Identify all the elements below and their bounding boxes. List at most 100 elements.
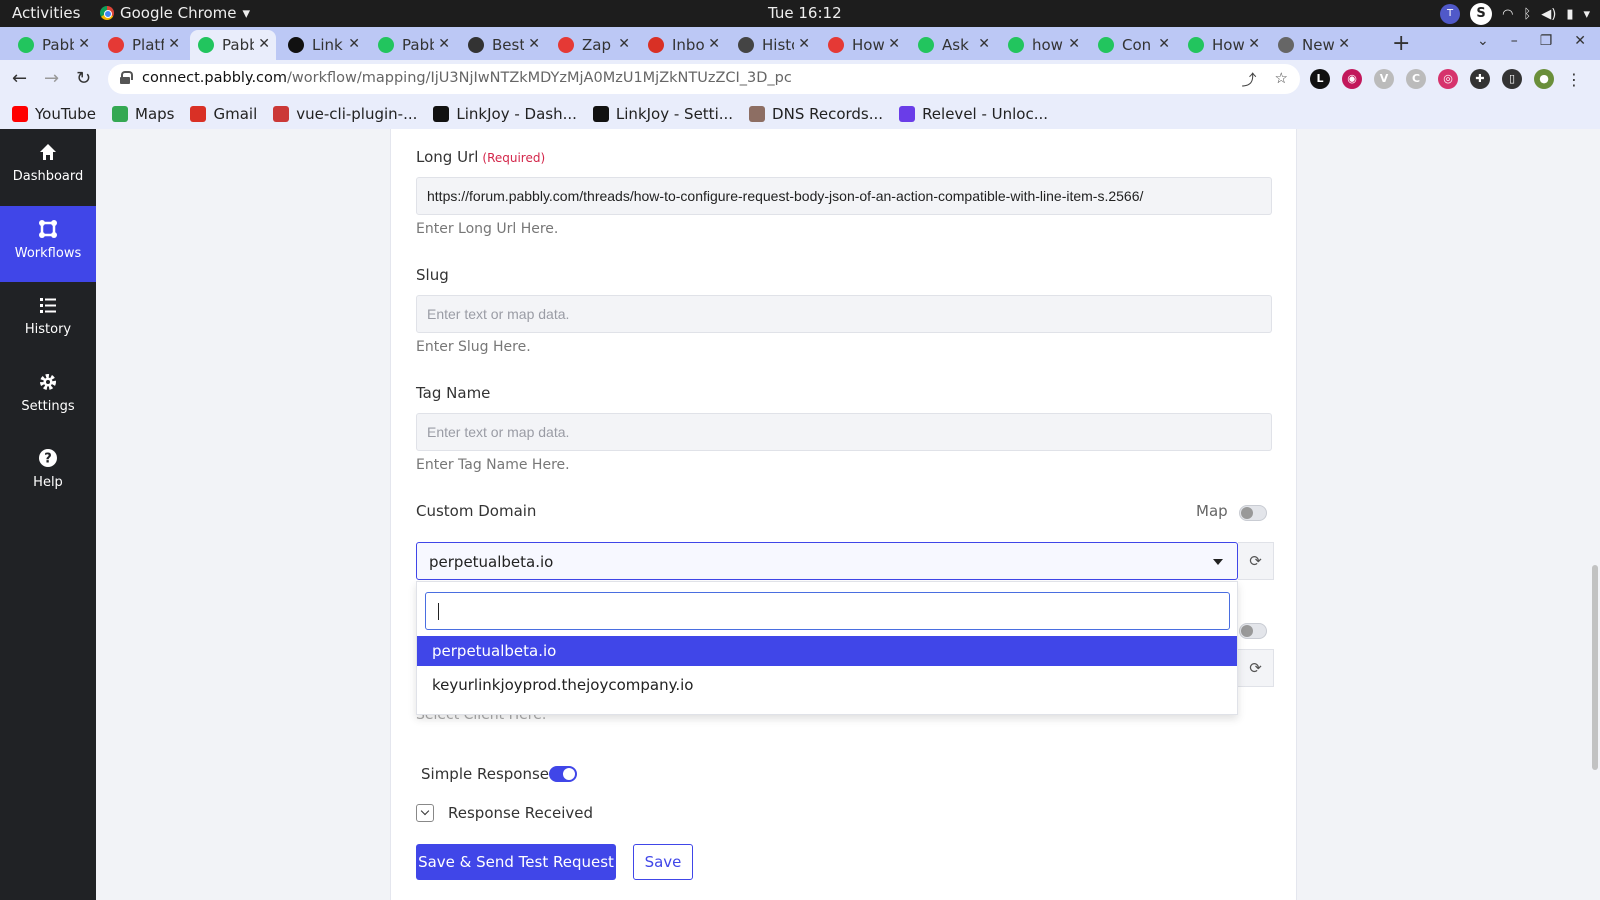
close-tab-icon[interactable]: ✕	[888, 36, 900, 52]
tab-4[interactable]: Pabb ✕	[370, 30, 456, 60]
close-tab-icon[interactable]: ✕	[618, 36, 630, 52]
v-extension-icon[interactable]: V	[1374, 69, 1394, 89]
clock[interactable]: Tue 16:12	[768, 4, 842, 22]
bookmark-star-icon[interactable]: ☆	[1275, 69, 1288, 90]
person-icon	[749, 105, 766, 122]
url-text[interactable]: connect.pabbly.com/workflow/mapping/IjU3…	[142, 70, 792, 86]
target-extension-icon[interactable]: ◎	[1438, 69, 1458, 89]
chrome-icon	[1278, 37, 1294, 53]
close-tab-icon[interactable]: ✕	[528, 36, 540, 52]
close-tab-icon[interactable]: ✕	[168, 36, 180, 52]
close-icon[interactable]: ✕	[1574, 33, 1586, 49]
tab-9[interactable]: How ✕	[820, 30, 906, 60]
tab-title: Link	[312, 36, 343, 54]
sidebar-item-settings[interactable]: Settings	[0, 359, 96, 435]
system-tray[interactable]: T S ◠ ᛒ ◀) ▮ ▾	[1440, 3, 1590, 25]
client-map-toggle[interactable]	[1239, 623, 1267, 639]
reload-icon[interactable]: ↻	[76, 68, 91, 89]
tab-7[interactable]: Inbo ✕	[640, 30, 726, 60]
activities-button[interactable]: Activities	[12, 4, 80, 22]
long-url-input[interactable]: https://forum.pabbly.com/threads/how-to-…	[416, 177, 1272, 215]
bookmark-item[interactable]: Relevel - Unloc...	[899, 105, 1048, 123]
close-tab-icon[interactable]: ✕	[78, 36, 90, 52]
tab-0[interactable]: Pabb ✕	[10, 30, 96, 60]
tag-name-input[interactable]: Enter text or map data.	[416, 413, 1272, 451]
close-tab-icon[interactable]: ✕	[708, 36, 720, 52]
tab-14[interactable]: New ✕	[1270, 30, 1356, 60]
save-send-test-button[interactable]: Save & Send Test Request	[416, 844, 616, 880]
save-button[interactable]: Save	[633, 844, 693, 880]
tab-13[interactable]: How ✕	[1180, 30, 1266, 60]
restore-icon[interactable]: ❐	[1540, 33, 1553, 49]
new-tab-button[interactable]: +	[1392, 31, 1410, 56]
bookmark-item[interactable]: vue-cli-plugin-...	[273, 105, 417, 123]
puzzle-icon[interactable]: ✚	[1470, 69, 1490, 89]
bookmarks-bar: YouTube Maps Gmail vue-cli-plugin-... LinkJo…	[0, 98, 1600, 129]
bookmark-item[interactable]: LinkJoy - Dash...	[433, 105, 577, 123]
dropdown-search-input[interactable]	[425, 592, 1230, 630]
close-tab-icon[interactable]: ✕	[348, 36, 360, 52]
slug-input[interactable]: Enter text or map data.	[416, 295, 1272, 333]
back-icon[interactable]: ←	[12, 68, 27, 89]
close-tab-icon[interactable]: ✕	[978, 36, 990, 52]
response-received-row[interactable]: Response Received	[416, 804, 593, 822]
bookmark-item[interactable]: DNS Records...	[749, 105, 883, 123]
address-bar[interactable]: connect.pabbly.com/workflow/mapping/IjU3…	[108, 64, 1300, 94]
simple-response-label: Simple Response	[421, 765, 550, 783]
client-refresh-icon[interactable]: ⟳	[1238, 649, 1274, 687]
sidebar-item-workflows[interactable]: Workflows	[0, 206, 96, 282]
bookmark-item[interactable]: Maps	[112, 105, 174, 123]
dropdown-option[interactable]: keyurlinkjoyprod.thejoycompany.io	[417, 670, 1237, 700]
tab-12[interactable]: Con ✕	[1090, 30, 1176, 60]
close-tab-icon[interactable]: ✕	[1158, 36, 1170, 52]
npm-icon	[273, 105, 290, 122]
page-scrollbar[interactable]	[1592, 565, 1598, 770]
required-badge: (Required)	[482, 151, 546, 165]
tab-8[interactable]: Histo✕	[730, 30, 816, 60]
close-tab-icon[interactable]: ✕	[798, 36, 810, 52]
sidebar-item-label: Dashboard	[12, 169, 84, 184]
bookmark-item[interactable]: YouTube	[12, 105, 96, 123]
color-extension-icon[interactable]: ◉	[1342, 69, 1362, 89]
kebab-menu-icon[interactable]: ⋮	[1566, 70, 1582, 89]
dropdown-option[interactable]: perpetualbeta.io	[417, 636, 1237, 666]
help-icon: ?	[39, 449, 57, 467]
tab-5[interactable]: Best ✕	[460, 30, 546, 60]
close-tab-icon[interactable]: ✕	[1068, 36, 1080, 52]
sidebar-item-help[interactable]: ? Help	[0, 435, 96, 511]
tab-11[interactable]: how ✕	[1000, 30, 1086, 60]
bluetooth-icon: ᛒ	[1523, 6, 1532, 22]
lock-icon[interactable]	[120, 71, 133, 84]
close-tab-icon[interactable]: ✕	[1248, 36, 1260, 52]
avatar[interactable]: ●	[1534, 69, 1554, 89]
tab-10[interactable]: Ask ✕	[910, 30, 996, 60]
share-icon[interactable]: ⤴	[1242, 69, 1257, 90]
close-tab-icon[interactable]: ✕	[1338, 36, 1350, 52]
refresh-icon[interactable]: ⟳	[1238, 542, 1274, 580]
tab-1[interactable]: Platf ✕	[100, 30, 186, 60]
side-panel-icon[interactable]: ▯	[1502, 69, 1522, 89]
custom-domain-map-toggle[interactable]	[1239, 505, 1267, 521]
bookmark-item[interactable]: Gmail	[190, 105, 257, 123]
c-extension-icon[interactable]: C	[1406, 69, 1426, 89]
teams-icon[interactable]: T	[1440, 4, 1461, 24]
response-received-checkbox[interactable]	[416, 804, 434, 822]
tab-search-icon[interactable]: ⌄	[1477, 33, 1489, 49]
bookmark-item[interactable]: LinkJoy - Setti...	[592, 105, 733, 123]
minimize-icon[interactable]: –	[1511, 33, 1518, 49]
close-tab-icon[interactable]: ✕	[258, 36, 270, 52]
sidebar-item-history[interactable]: History	[0, 282, 96, 358]
bookmark-label: vue-cli-plugin-...	[296, 104, 418, 123]
tab-2[interactable]: Pabb ✕	[190, 30, 276, 60]
forward-icon[interactable]: →	[44, 68, 59, 89]
custom-domain-select[interactable]: perpetualbeta.io	[416, 542, 1238, 580]
tab-6[interactable]: Zap ✕	[550, 30, 636, 60]
sidebar-item-dashboard[interactable]: Dashboard	[0, 129, 96, 205]
simple-response-toggle[interactable]	[549, 766, 577, 782]
linkjoy-extension-icon[interactable]: L	[1310, 69, 1330, 89]
close-tab-icon[interactable]: ✕	[438, 36, 450, 52]
pabbly-icon	[1098, 37, 1114, 53]
skype-icon[interactable]: S	[1470, 3, 1493, 25]
app-menu[interactable]: Google Chrome ▾	[100, 4, 250, 22]
tab-3[interactable]: Link ✕	[280, 30, 366, 60]
